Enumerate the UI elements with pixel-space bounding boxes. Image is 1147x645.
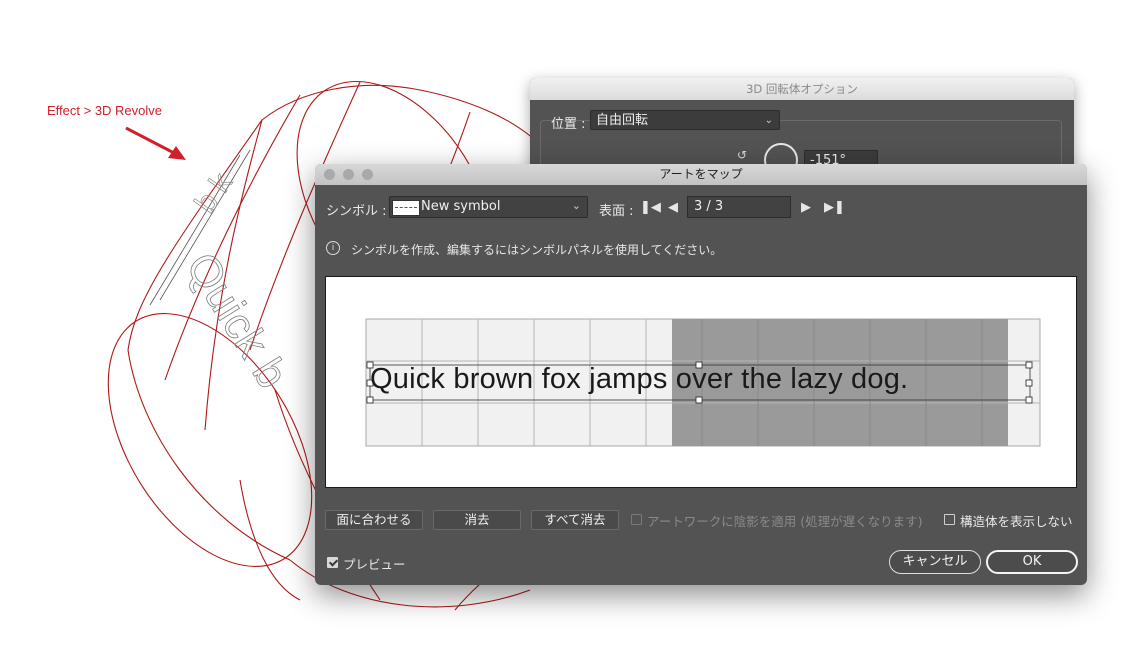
rotate-icon: ↺ (737, 148, 748, 162)
chevron-down-icon: ⌄ (571, 199, 581, 212)
previous-surface-icon[interactable]: ◀ (668, 200, 678, 215)
cancel-button[interactable]: キャンセル (889, 550, 981, 574)
last-surface-icon[interactable]: ▶❚ (824, 200, 845, 215)
position-select-value: 自由回転 (596, 113, 649, 128)
clear-all-button[interactable]: すべて消去 (531, 510, 619, 530)
ok-button[interactable]: OK (986, 550, 1078, 574)
symbol-swatch-icon (392, 200, 420, 216)
chevron-down-icon: ⌄ (764, 115, 773, 126)
shade-artwork-label: アートワークに陰影を適用 (処理が遅くなります) (647, 514, 923, 529)
clear-button[interactable]: 消去 (433, 510, 521, 530)
dialog-titlebar[interactable]: アートをマップ (315, 164, 1087, 185)
symbol-select[interactable]: New symbol ⌄ (389, 196, 588, 218)
invisible-geometry-checkbox[interactable] (944, 514, 955, 525)
info-icon: i (326, 241, 340, 255)
wrapped-text-outline: Quick b (177, 244, 298, 396)
revolve-dialog-title: 3D 回転体オプション (530, 78, 1074, 100)
annotation-arrow (125, 126, 186, 160)
annotation-label: Effect > 3D Revolve (47, 103, 163, 118)
surface-field[interactable]: 3 / 3 (687, 196, 791, 218)
first-surface-icon[interactable]: ❚◀ (640, 200, 661, 215)
invisible-geometry-label: 構造体を表示しない (960, 514, 1073, 529)
wrapped-text-outline-top: b k (189, 166, 240, 219)
shade-artwork-checkbox[interactable] (631, 514, 642, 525)
scale-to-fit-button[interactable]: 面に合わせる (325, 510, 423, 530)
preview-label: プレビュー (343, 557, 406, 572)
preview-checkbox[interactable] (327, 557, 338, 568)
info-message: シンボルを作成、編集するにはシンボルパネルを使用してください。 (351, 243, 723, 257)
map-art-dialog: アートをマップ シンボル : New symbol ⌄ 表面 : ❚◀ ◀ 3 … (315, 164, 1087, 585)
art-preview-area[interactable]: Quick brown fox jamps over the lazy dog. (325, 276, 1077, 488)
next-surface-icon[interactable]: ▶ (801, 200, 811, 215)
symbol-select-value: New symbol (421, 199, 501, 214)
surface-label: 表面 : (599, 204, 634, 219)
symbol-label: シンボル : (326, 204, 387, 219)
preview-text: Quick brown fox jamps over the lazy dog. (370, 363, 909, 395)
position-select[interactable]: 自由回転 ⌄ (590, 110, 780, 130)
dialog-title: アートをマップ (659, 167, 743, 181)
position-label: 位置 : (551, 117, 586, 132)
cylinder-end-near (107, 313, 313, 567)
